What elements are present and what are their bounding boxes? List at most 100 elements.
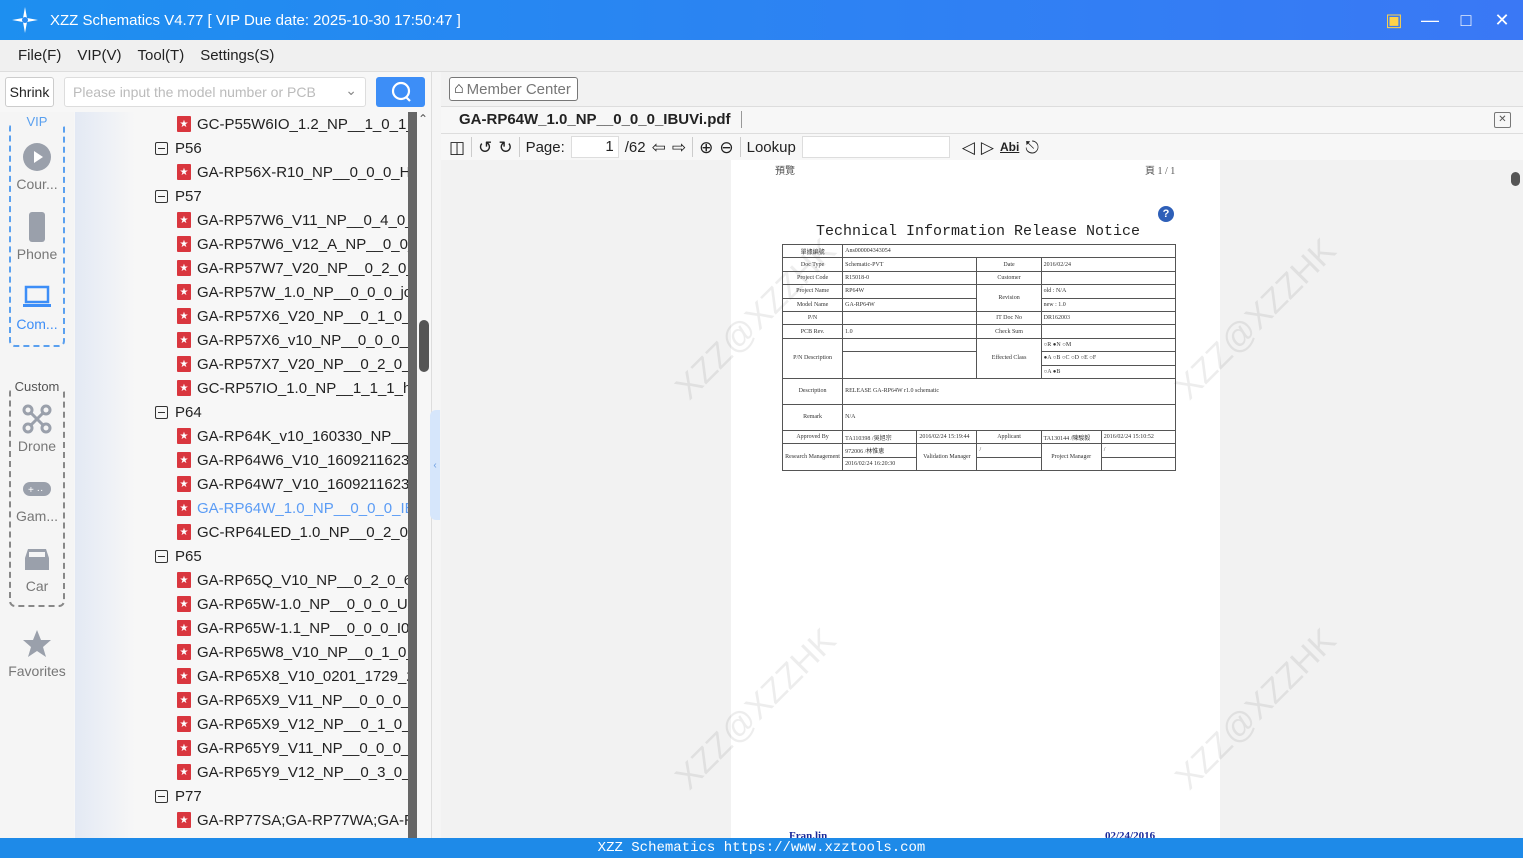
collapse-icon[interactable]: [155, 141, 168, 155]
sidebar-item-label: Com...: [16, 316, 58, 332]
collapse-icon[interactable]: [155, 405, 168, 419]
tree-file-item[interactable]: ★ GA-RP65Y9_V12_NP__0_3_0_W1: [177, 760, 408, 784]
search-button[interactable]: [376, 77, 425, 107]
zoom-in-icon[interactable]: ⊕: [699, 139, 713, 156]
tree-file-item[interactable]: ★ GA-RP64W_1.0_NP__0_0_0_IBUV: [177, 496, 408, 520]
tree-item-label: GA-RP65X9_V11_NP__0_0_0_qR: [197, 691, 408, 709]
tree-scrollbar[interactable]: [408, 112, 417, 838]
binoculars-icon[interactable]: ⎋: [1025, 139, 1038, 156]
window-title: XZZ Schematics V4.77 [ VIP Due date: 202…: [50, 11, 461, 29]
viewer-scroll-thumb[interactable]: [1511, 172, 1520, 186]
tree-file-item[interactable]: ★ GA-RP77SA;GA-RP77WA;GA-RP: [177, 808, 408, 832]
scroll-up-icon[interactable]: ⌃: [418, 112, 428, 126]
vip-bag-icon[interactable]: ▣: [1383, 10, 1405, 31]
pdf-file-icon: ★: [177, 644, 191, 660]
zoom-out-icon[interactable]: ⊖: [719, 139, 733, 156]
model-search-input[interactable]: Please input the model number or PCB ⌄: [64, 77, 366, 107]
cell: 2016/02/24 15:19:44: [916, 429, 978, 445]
pdf-toolbar: ◫ ↺ ↻ Page: 1 /62 ⇦ ⇨ ⊕ ⊖ Lookup ◁ ▷ Abi…: [441, 134, 1523, 160]
sidebar-item-car[interactable]: Car: [0, 544, 74, 594]
chevron-down-icon[interactable]: ⌄: [345, 82, 357, 99]
tree-file-item[interactable]: ★ GA-RP65X8_V10_0201_1729_201: [177, 664, 408, 688]
pdf-file-icon: ★: [177, 116, 191, 132]
sidebar-item-favorites[interactable]: Favorites: [0, 629, 74, 679]
two-page-icon[interactable]: ◫: [449, 139, 465, 156]
shrink-button[interactable]: Shrink: [5, 77, 54, 107]
page-input[interactable]: 1: [570, 136, 619, 158]
page-total: /62: [624, 138, 646, 156]
minimize-button[interactable]: —: [1419, 10, 1441, 31]
member-center-button[interactable]: ⌂ Member Center: [449, 77, 578, 101]
sidebar-item-games[interactable]: + ·· Gam...: [0, 474, 74, 524]
tree-group[interactable]: P57: [155, 184, 408, 208]
tree-file-item[interactable]: ★ GA-RP65Q_V10_NP__0_2_0_6uD: [177, 568, 408, 592]
rotate-left-icon[interactable]: ↺: [478, 139, 492, 156]
tree-file-item[interactable]: ★ GA-RP65X9_V11_NP__0_0_0_qR: [177, 688, 408, 712]
sidebar-item-drone[interactable]: Drone: [0, 404, 74, 454]
tree-file-item[interactable]: ★ GA-RP65W8_V10_NP__0_1_0_Rc: [177, 640, 408, 664]
sidebar-item-courses[interactable]: Cour...: [0, 142, 74, 192]
match-case-button[interactable]: Abi: [1000, 140, 1019, 154]
close-tab-icon[interactable]: ✕: [1494, 112, 1511, 128]
tree-group[interactable]: P65: [155, 544, 408, 568]
prev-page-arrow-icon[interactable]: ⇦: [652, 139, 666, 156]
cell: Schematic-PVT: [842, 257, 978, 272]
schematic-tree: ★ GC-P55W6IO_1.2_NP__1_0_1_L0 P56 ★ GA-RP56X…: [75, 112, 408, 838]
tree-file-item[interactable]: ★ GA-RP65Y9_V11_NP__0_0_0_06: [177, 736, 408, 760]
find-prev-icon[interactable]: ◁: [962, 139, 975, 156]
tree-item-label: GA-RP65Q_V10_NP__0_2_0_6uD: [197, 571, 408, 589]
sidebar-item-phone[interactable]: Phone: [0, 212, 74, 262]
tree-file-item[interactable]: ★ GA-RP57X7_V20_NP__0_2_0_1Z: [177, 352, 408, 376]
tree-file-item[interactable]: ★ GC-P55W6IO_1.2_NP__1_0_1_L0: [177, 112, 408, 136]
menu-file[interactable]: File(F): [18, 47, 61, 64]
cell: DR162003: [1040, 310, 1177, 326]
viewer-scrollbar[interactable]: [1509, 160, 1523, 838]
tree-file-item[interactable]: ★ GA-RP57X6_V20_NP__0_1_0_uv: [177, 304, 408, 328]
tree-file-item[interactable]: ★ GA-RP65W-1.1_NP__0_0_0_I0hD: [177, 616, 408, 640]
help-icon[interactable]: ?: [1158, 206, 1174, 222]
tree-file-item[interactable]: ★ GA-RP65W-1.0_NP__0_0_0_UcN: [177, 592, 408, 616]
tree-file-item[interactable]: ★ GA-RP57W_1.0_NP__0_0_0_jcJQ: [177, 280, 408, 304]
tree-group[interactable]: P77: [155, 784, 408, 808]
tree-file-item[interactable]: ★ GC-RP64LED_1.0_NP__0_2_0_I7x: [177, 520, 408, 544]
menu-settings[interactable]: Settings(S): [200, 47, 274, 64]
tree-file-item[interactable]: ★ GA-RP57X6_v10_NP__0_0_0_hT: [177, 328, 408, 352]
collapse-icon[interactable]: [155, 549, 168, 563]
tree-file-item[interactable]: ★ GA-RP64K_v10_160330_NP__0_: [177, 424, 408, 448]
search-placeholder: Please input the model number or PCB: [73, 84, 316, 100]
collapse-icon[interactable]: [155, 789, 168, 803]
menu-vip[interactable]: VIP(V): [77, 47, 121, 64]
cell: N/A: [842, 403, 1176, 431]
tree-scroll-thumb[interactable]: [419, 320, 429, 372]
tree-group[interactable]: P56: [155, 136, 408, 160]
pdf-file-icon: ★: [177, 572, 191, 588]
tree-group[interactable]: P64: [155, 400, 408, 424]
tree-file-item[interactable]: ★ GA-RP57W6_V11_NP__0_4_0_vF: [177, 208, 408, 232]
tree-file-item[interactable]: ★ GA-RP57W6_V12_A_NP__0_0_0: [177, 232, 408, 256]
maximize-button[interactable]: □: [1455, 10, 1477, 31]
tree-file-item[interactable]: ★ GC-RP57IO_1.0_NP__1_1_1_hJ2I: [177, 376, 408, 400]
collapse-panel-handle[interactable]: ‹: [430, 410, 440, 520]
tree-file-item[interactable]: ★ GA-RP64W6_V10_1609211623_E: [177, 448, 408, 472]
search-icon: [391, 81, 411, 102]
find-next-icon[interactable]: ▷: [981, 139, 994, 156]
lookup-input[interactable]: [801, 136, 950, 158]
pdf-file-icon: ★: [177, 596, 191, 612]
phone-icon: [22, 212, 52, 242]
tree-file-item[interactable]: ★ GA-RP65X9_V12_NP__0_1_0_Co: [177, 712, 408, 736]
close-button[interactable]: ✕: [1491, 10, 1513, 31]
cell: TA110398 /吳旭宗: [842, 429, 918, 445]
rotate-right-icon[interactable]: ↻: [498, 139, 512, 156]
cell: ●A ○B ○C ○D ○E ○F: [1040, 351, 1177, 366]
menu-tool[interactable]: Tool(T): [138, 47, 185, 64]
cell: 972006 /林惟恵: [842, 443, 918, 458]
file-tab[interactable]: GA-RP64W_1.0_NP__0_0_0_IBUVi.pdf: [459, 111, 742, 128]
collapse-icon[interactable]: [155, 189, 168, 203]
viewer-panel: ⌂ Member Center GA-RP64W_1.0_NP__0_0_0_IB…: [441, 72, 1523, 842]
sidebar-item-computer[interactable]: Com...: [0, 282, 74, 332]
tree-file-item[interactable]: ★ GA-RP64W7_V10_1609211623_E: [177, 472, 408, 496]
tree-file-item[interactable]: ★ GA-RP57W7_V20_NP__0_2_0_KS: [177, 256, 408, 280]
pdf-file-icon: ★: [177, 740, 191, 756]
tree-file-item[interactable]: ★ GA-RP56X-R10_NP__0_0_0_Hg6: [177, 160, 408, 184]
next-page-arrow-icon[interactable]: ⇨: [672, 139, 686, 156]
